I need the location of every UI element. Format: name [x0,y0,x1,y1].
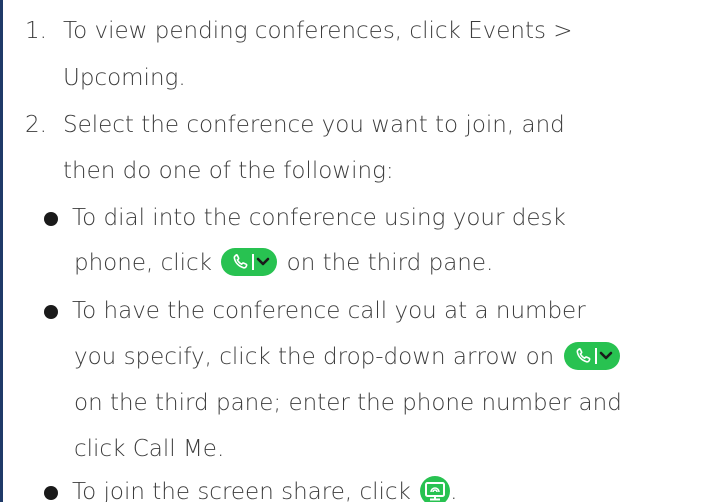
dial-bullet-text-before: phone, click [74,250,212,276]
step-1-text-line-2: Upcoming. [63,65,186,91]
share-bullet-line: To join the screen share, click . [72,475,458,502]
step-2-number: 2. [25,112,47,138]
bullet-marker [44,486,58,500]
share-bullet-text-after: . [450,479,458,502]
screen-share-icon[interactable] [420,475,451,502]
instructions-page: 1. To view pending conferences, click Ev… [0,0,705,502]
bullet-marker [44,305,58,319]
dial-bullet-line-1: To dial into the conference using your d… [72,205,566,231]
step-1-text-line-1: To view pending conferences, click Event… [63,18,573,44]
share-bullet-text-before: To join the screen share, click [72,479,411,502]
step-1-number: 1. [25,18,47,44]
phone-dropdown-icon[interactable] [563,341,620,370]
phone-dropdown-icon[interactable] [221,247,278,276]
call-me-bullet-line-1: To have the conference call you at a num… [72,298,586,324]
dial-bullet-text-after: on the third pane. [286,250,494,276]
call-me-bullet-line-4: click Call Me. [74,436,225,462]
call-me-bullet-line-2: you specify, click the drop-down arrow o… [74,341,622,372]
bullet-marker [44,212,58,226]
call-me-bullet-text-before: you specify, click the drop-down arrow o… [74,344,555,370]
left-border [0,0,3,502]
call-me-bullet-line-3: on the third pane; enter the phone numbe… [74,390,622,416]
step-2-text-line-1: Select the conference you want to join, … [63,112,565,138]
dial-bullet-line-2: phone, click on the third pane. [74,247,494,278]
step-2-text-line-2: then do one of the following: [63,158,394,184]
